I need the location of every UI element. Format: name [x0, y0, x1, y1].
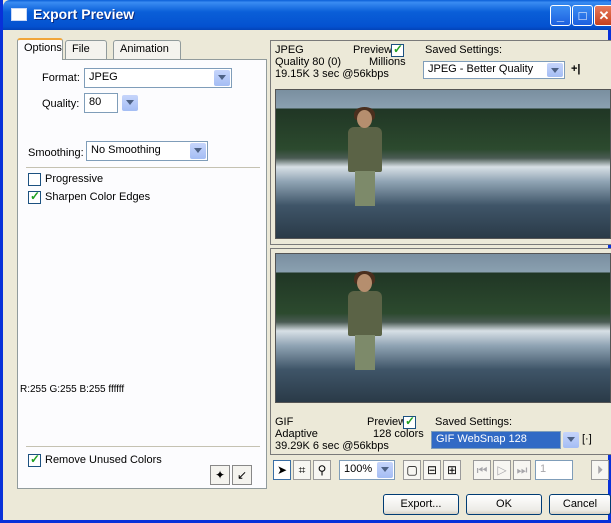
format-value: JPEG — [89, 71, 118, 83]
saved-settings-select[interactable]: GIF WebSnap 128 — [431, 431, 561, 449]
last-frame-icon[interactable]: ⏭ — [513, 460, 531, 480]
saved-settings-label: Saved Settings: — [425, 44, 503, 56]
pane-palette: Adaptive — [275, 428, 318, 440]
close-button[interactable]: ✕ — [594, 5, 611, 26]
smoothing-select[interactable]: No Smoothing — [86, 141, 208, 161]
quality-label: Quality: — [42, 98, 80, 110]
saved-settings-dropdown[interactable] — [563, 432, 579, 448]
cancel-button[interactable]: Cancel — [549, 494, 611, 515]
pane-format: JPEG — [275, 44, 304, 56]
minimize-button[interactable]: _ — [550, 5, 571, 26]
export-button[interactable]: Export... — [383, 494, 459, 515]
pointer-tool-icon[interactable]: ➤ — [273, 460, 291, 480]
saved-settings-select[interactable]: JPEG - Better Quality — [423, 61, 565, 79]
zoom-tool-icon[interactable]: ⚲ — [313, 460, 331, 480]
ok-button[interactable]: OK — [466, 494, 542, 515]
tab-animation[interactable]: Animation — [113, 40, 181, 59]
chevron-down-icon — [377, 462, 393, 478]
first-frame-icon[interactable]: ⏮ — [473, 460, 491, 480]
remove-unused-colors-checkbox[interactable] — [28, 452, 41, 467]
smoothing-label: Smoothing: — [28, 147, 84, 159]
frame-value: 1 — [540, 463, 547, 475]
chevron-down-icon — [190, 143, 206, 159]
zoom-value: 100% — [344, 463, 373, 475]
saved-settings-value: GIF WebSnap 128 — [436, 433, 527, 445]
four-view-icon[interactable]: ⊞ — [443, 460, 461, 480]
preview-image — [275, 253, 611, 403]
format-label: Format: — [42, 72, 80, 84]
pane-colors: 128 colors — [373, 428, 424, 440]
sharpen-edges-label: Sharpen Color Edges — [45, 191, 151, 203]
quality-slider-button[interactable] — [122, 95, 138, 111]
preset-menu-icon[interactable]: [·] — [582, 433, 592, 445]
export-wizard-icon[interactable]: ↙ — [232, 465, 252, 485]
progressive-label: Progressive — [45, 173, 104, 185]
pane-format: GIF — [275, 416, 294, 428]
export-preview-window: Export Preview _ □ ✕ Options File Animat… — [0, 0, 611, 523]
progressive-checkbox[interactable] — [28, 173, 41, 186]
person-figure — [348, 271, 382, 370]
optimize-wand-icon[interactable]: ✦ — [210, 465, 230, 485]
tab-options[interactable]: Options — [17, 38, 63, 60]
quality-value: 80 — [89, 96, 102, 108]
remove-unused-colors-label: Remove Unused Colors — [45, 454, 162, 466]
color-readout: R:255 G:255 B:255 ffffff — [20, 384, 125, 395]
window-icon — [11, 8, 27, 21]
preview-image — [275, 89, 611, 239]
divider — [26, 446, 260, 447]
window-title: Export Preview — [33, 6, 135, 22]
zoom-select[interactable]: 100% — [339, 460, 395, 480]
chevron-down-icon — [214, 70, 230, 86]
sharpen-edges-checkbox[interactable] — [28, 189, 41, 204]
play-icon[interactable]: ▷ — [493, 460, 511, 480]
two-view-icon[interactable]: ⊟ — [423, 460, 441, 480]
title-bar[interactable]: Export Preview _ □ ✕ — [3, 0, 611, 30]
smoothing-value: No Smoothing — [91, 144, 161, 156]
preview-label: Preview — [367, 416, 407, 428]
pane-size-time: 19.15K 3 sec @56kbps — [275, 68, 389, 80]
options-panel: Format: JPEG Quality: 80 Smoothing: No S… — [17, 59, 267, 489]
maximize-button[interactable]: □ — [572, 5, 593, 26]
single-view-icon[interactable]: ▢ — [403, 460, 421, 480]
chevron-down-icon — [547, 63, 563, 77]
frame-select[interactable]: 1 — [535, 460, 573, 480]
crop-tool-icon[interactable]: ⌗ — [293, 460, 311, 480]
preview-pane-jpeg: JPEG Preview Quality 80 (0) Millions 19.… — [270, 40, 611, 245]
add-preset-button[interactable]: +| — [571, 63, 581, 75]
pane-colors: Millions — [369, 56, 406, 68]
person-figure — [348, 107, 382, 206]
saved-settings-label: Saved Settings: — [435, 416, 513, 428]
divider — [26, 167, 260, 168]
animation-icon[interactable]: ⏵ — [591, 460, 609, 480]
quality-input[interactable]: 80 — [84, 93, 118, 113]
pane-size-time: 39.29K 6 sec @56kbps — [275, 440, 389, 452]
saved-settings-value: JPEG - Better Quality — [428, 63, 534, 75]
pane-quality: Quality 80 (0) — [275, 56, 342, 68]
preview-pane-gif: GIF Preview Adaptive 128 colors 39.29K 6… — [270, 248, 611, 455]
preview-label: Preview — [353, 44, 393, 56]
tab-file[interactable]: File — [65, 40, 107, 59]
format-select[interactable]: JPEG — [84, 68, 232, 88]
